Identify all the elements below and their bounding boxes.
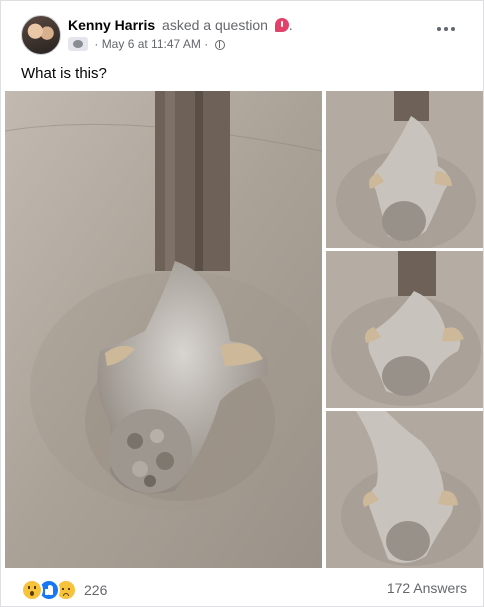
post-action-text: asked a question — [162, 17, 268, 33]
globe-icon[interactable] — [214, 40, 225, 50]
photo-thumb-1[interactable] — [326, 91, 483, 248]
post-timestamp[interactable]: May 6 at 11:47 AM — [102, 37, 201, 51]
meta-separator: · — [94, 37, 99, 51]
wow-reaction-icon — [21, 579, 43, 601]
photo-thumb-3[interactable] — [326, 411, 483, 568]
action-period: . — [288, 17, 293, 33]
post-meta: · May 6 at 11:47 AM · — [68, 37, 225, 51]
post-header: Kenny Harris asked a question . · May 6 … — [1, 1, 483, 61]
meta-separator-2: · — [204, 37, 209, 51]
reaction-count[interactable]: 226 — [84, 582, 107, 598]
photo-grid — [5, 91, 483, 568]
photo-main[interactable] — [5, 91, 322, 568]
post-author-line: Kenny Harris asked a question . — [68, 16, 293, 34]
post-caption: What is this? — [21, 65, 107, 82]
question-post: Kenny Harris asked a question . · May 6 … — [0, 0, 484, 607]
question-badge-icon — [274, 18, 289, 32]
reactions-summary[interactable]: 226 — [21, 579, 107, 601]
author-name[interactable]: Kenny Harris — [68, 17, 155, 33]
more-options-icon[interactable] — [437, 23, 459, 35]
answers-count-link[interactable]: 172 Answers — [387, 580, 467, 596]
post-footer: 226 172 Answers — [1, 569, 483, 607]
photo-thumb-2[interactable] — [326, 251, 483, 408]
avatar[interactable] — [21, 15, 61, 55]
group-icon — [68, 37, 88, 51]
